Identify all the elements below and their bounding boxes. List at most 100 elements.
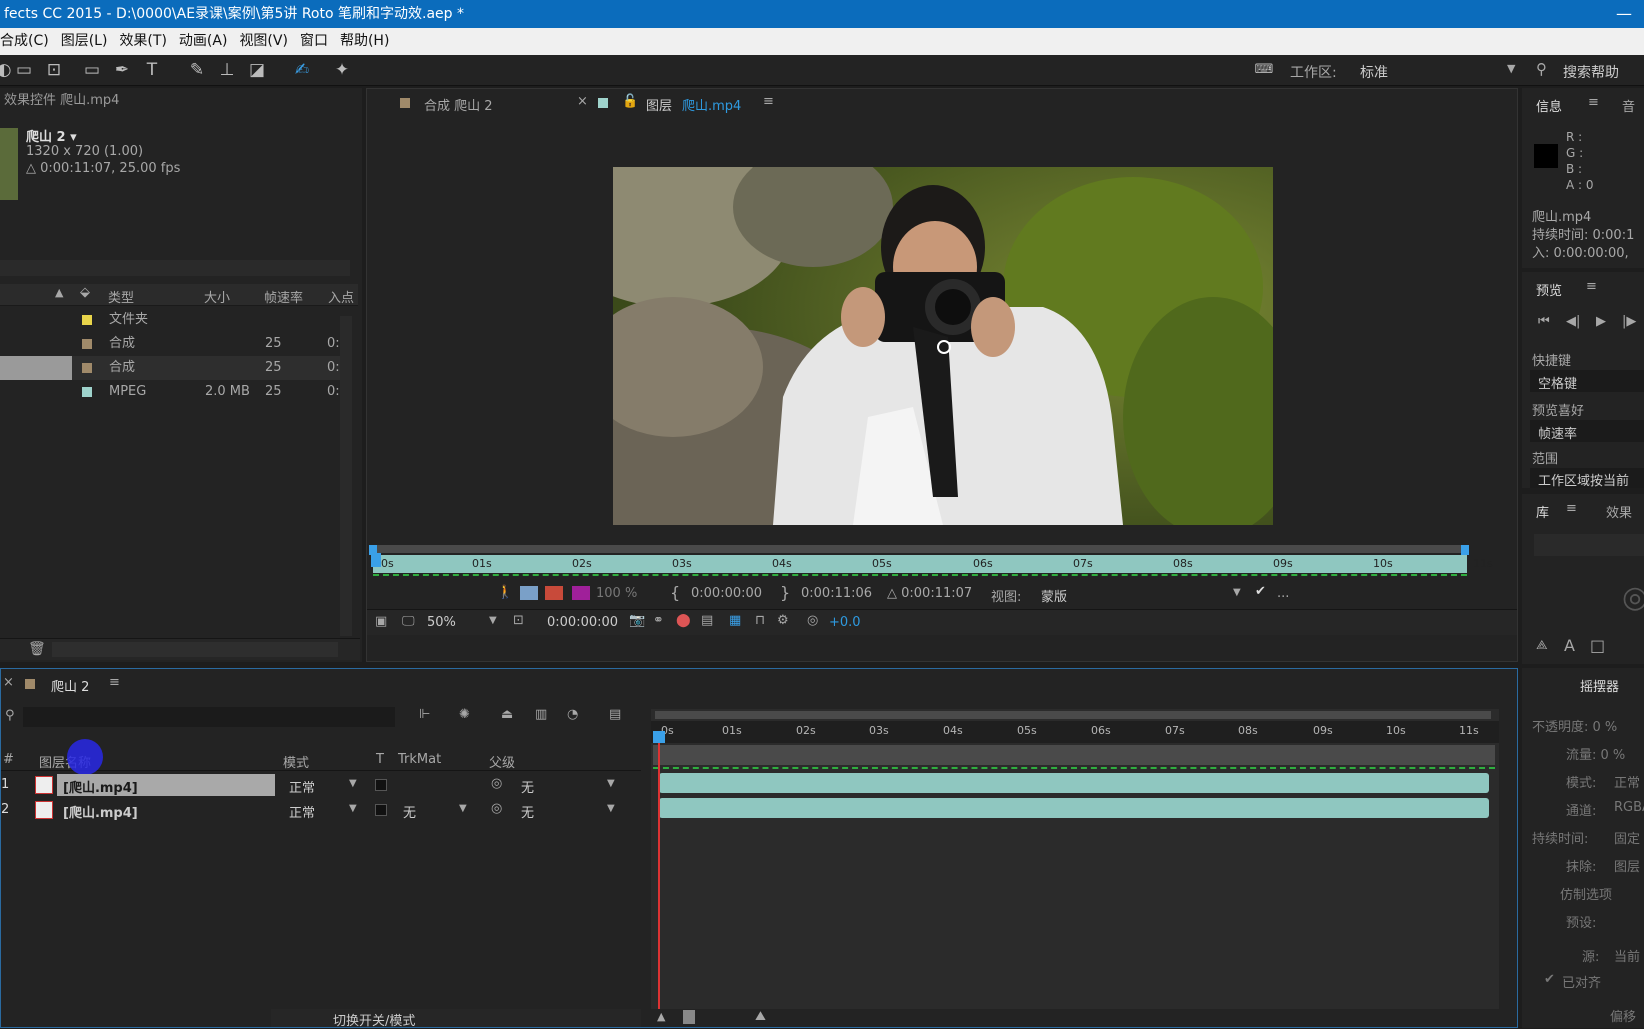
channel-icon[interactable]: ⬤ — [676, 613, 691, 628]
clone-stamp-tool-icon[interactable]: ⊥ — [215, 59, 239, 81]
menu-layer[interactable]: 图层(L) — [61, 28, 115, 55]
viewer-time-ruler[interactable]: 0s 01s 02s 03s 04s 05s 06s 07s 08s 09s 1… — [373, 555, 1493, 573]
menu-animation[interactable]: 动画(A) — [179, 28, 235, 55]
text-icon[interactable]: A — [1564, 636, 1575, 655]
text-tool-icon[interactable]: T — [140, 59, 164, 81]
next-frame-icon[interactable]: |▶ — [1622, 314, 1636, 329]
work-area-end-handle[interactable] — [1461, 545, 1469, 555]
workspace-chevron-icon[interactable]: ▼ — [1507, 62, 1515, 75]
close-icon[interactable]: × — [3, 675, 14, 690]
layer-bar-2[interactable] — [659, 798, 1489, 818]
monitor-icon[interactable]: 🖵 — [402, 614, 415, 629]
col-fps[interactable]: 帧速率 — [264, 287, 303, 306]
preserve-transparency-checkbox[interactable] — [375, 779, 387, 791]
col-size[interactable]: 大小 — [204, 287, 230, 306]
list-item[interactable]: 文件夹⊞ — [0, 308, 350, 332]
timeline-ruler[interactable]: 0s 01s 02s 03s 04s 05s 06s 07s 08s 09s 1… — [651, 721, 1499, 743]
pan-behind-tool-icon[interactable]: ⊡ — [42, 59, 66, 81]
panel-menu-icon[interactable]: ≡ — [1588, 95, 1599, 110]
range-dropdown[interactable]: 工作区域按当前 — [1530, 468, 1644, 488]
menu-effect[interactable]: 效果(T) — [119, 28, 173, 55]
pen-tool-icon[interactable]: ✒ — [110, 59, 134, 81]
search-icon[interactable]: ⚲ — [1536, 60, 1547, 78]
sort-up-icon[interactable]: ▲ — [55, 286, 63, 299]
region-icon[interactable]: ⊡ — [513, 613, 524, 628]
transparency-grid-icon[interactable]: ▦ — [729, 613, 741, 628]
pickwhip-icon[interactable]: ◎ — [491, 776, 502, 791]
shape-icon[interactable]: □ — [1590, 636, 1605, 655]
toggle-switches-modes[interactable]: 切换开关/模式 — [271, 1009, 641, 1029]
table-row[interactable]: 1 [爬山.mp4] 正常 ▼ ◎ 无 ▼ — [1, 773, 641, 797]
close-icon[interactable]: × — [577, 94, 588, 109]
parent-dropdown[interactable]: 无 — [521, 802, 534, 821]
alpha-boundary-icon[interactable] — [545, 586, 563, 600]
mode-dropdown[interactable]: 正常 — [289, 777, 315, 796]
parent-dropdown[interactable]: 无 — [521, 777, 534, 796]
panel-menu-icon[interactable]: ≡ — [763, 94, 774, 109]
tab-composition[interactable]: 合成 爬山 2 — [424, 95, 493, 114]
col-in[interactable]: 入点 — [328, 287, 354, 306]
tab-preview[interactable]: 预览 — [1536, 280, 1562, 299]
tab-wiggler[interactable]: 摇摆器 — [1580, 676, 1619, 695]
in-time[interactable]: 0:00:00:00 — [691, 586, 762, 601]
zoom-out-icon[interactable]: ▲ — [657, 1010, 665, 1023]
resolution-icon[interactable]: ▤ — [701, 613, 713, 628]
timeline-search[interactable] — [23, 707, 395, 727]
work-area-bar[interactable] — [373, 545, 1467, 553]
roto-brush-tool-icon[interactable]: ✍ — [290, 59, 314, 81]
project-footer-scroll[interactable] — [52, 642, 338, 657]
tab-library[interactable]: 库 — [1536, 502, 1549, 521]
col-trkmat[interactable]: TrkMat — [398, 752, 441, 767]
col-mode[interactable]: 模式 — [283, 752, 309, 771]
preserve-transparency-checkbox[interactable] — [375, 804, 387, 816]
shortcut-dropdown[interactable]: 空格键 — [1530, 370, 1644, 392]
viewer-image[interactable] — [613, 167, 1273, 525]
paint-icon[interactable]: ⟁ — [1536, 638, 1548, 653]
show-snapshot-icon[interactable]: ⚭ — [653, 613, 664, 628]
col-type[interactable]: 类型 — [108, 287, 134, 306]
playhead-handle[interactable] — [653, 731, 665, 743]
more-options[interactable]: ... — [1277, 586, 1289, 601]
timeline-graph[interactable]: 0s 01s 02s 03s 04s 05s 06s 07s 08s 09s 1… — [651, 709, 1499, 1009]
exposure-icon[interactable]: ◎ — [807, 613, 818, 628]
pickwhip-icon[interactable]: ◎ — [491, 801, 502, 816]
library-search[interactable] — [1534, 534, 1644, 556]
render-checkbox[interactable]: ✔ — [1255, 584, 1266, 599]
mode-chevron-icon[interactable]: ▼ — [349, 803, 357, 814]
view-chevron-icon[interactable]: ▼ — [1233, 587, 1241, 598]
search-help[interactable]: 搜索帮助 — [1563, 62, 1619, 82]
zoom-slider[interactable] — [683, 1010, 695, 1024]
preference-dropdown[interactable]: 帧速率 — [1530, 420, 1644, 442]
col-parent[interactable]: 父级 — [489, 752, 515, 771]
play-icon[interactable]: ▶ — [1596, 314, 1606, 329]
menu-help[interactable]: 帮助(H) — [340, 28, 396, 55]
minimize-button[interactable]: — — [1616, 0, 1632, 28]
effect-controls-tab[interactable]: 效果控件 爬山.mp4 — [0, 88, 362, 114]
trkmat-chevron-icon[interactable]: ▼ — [459, 803, 467, 814]
timeline-work-area[interactable] — [655, 711, 1491, 719]
menu-window[interactable]: 窗口 — [300, 28, 335, 55]
brush-tool-icon[interactable]: ✎ — [185, 59, 209, 81]
tab-audio[interactable]: 音 — [1622, 96, 1635, 115]
graph-editor-icon[interactable]: ▤ — [609, 707, 621, 722]
mode-dropdown[interactable]: 正常 — [289, 802, 315, 821]
tab-layer-prefix[interactable]: 图层 — [646, 95, 672, 114]
camera-tool-icon[interactable]: ▭ — [12, 59, 36, 81]
alpha-icon[interactable] — [520, 586, 538, 600]
comp-name[interactable]: 爬山 2 ▾ — [26, 126, 77, 145]
aligned-checkbox[interactable]: ✔ — [1544, 972, 1555, 987]
frame-blending-icon[interactable]: ▥ — [535, 707, 547, 722]
first-frame-icon[interactable]: ⏮ — [1538, 314, 1550, 329]
overlay-color-icon[interactable] — [572, 586, 590, 600]
view-dropdown[interactable]: 蒙版 — [1041, 586, 1067, 605]
zoom-dropdown[interactable]: 50% — [427, 615, 456, 630]
zoom-chevron-icon[interactable]: ▼ — [489, 615, 497, 626]
list-item[interactable]: MPEG 2.0 MB 25 0: — [0, 380, 340, 404]
puppet-pin-tool-icon[interactable]: ✦ — [330, 59, 354, 81]
layer-name-field[interactable]: [爬山.mp4] — [57, 774, 275, 796]
tab-info[interactable]: 信息 — [1536, 96, 1562, 115]
playhead-line[interactable] — [658, 731, 660, 1009]
prev-frame-icon[interactable]: ◀| — [1566, 314, 1580, 329]
motion-blur-icon[interactable]: ◔ — [567, 707, 578, 722]
snapshot-icon[interactable]: 📷 — [629, 613, 645, 628]
